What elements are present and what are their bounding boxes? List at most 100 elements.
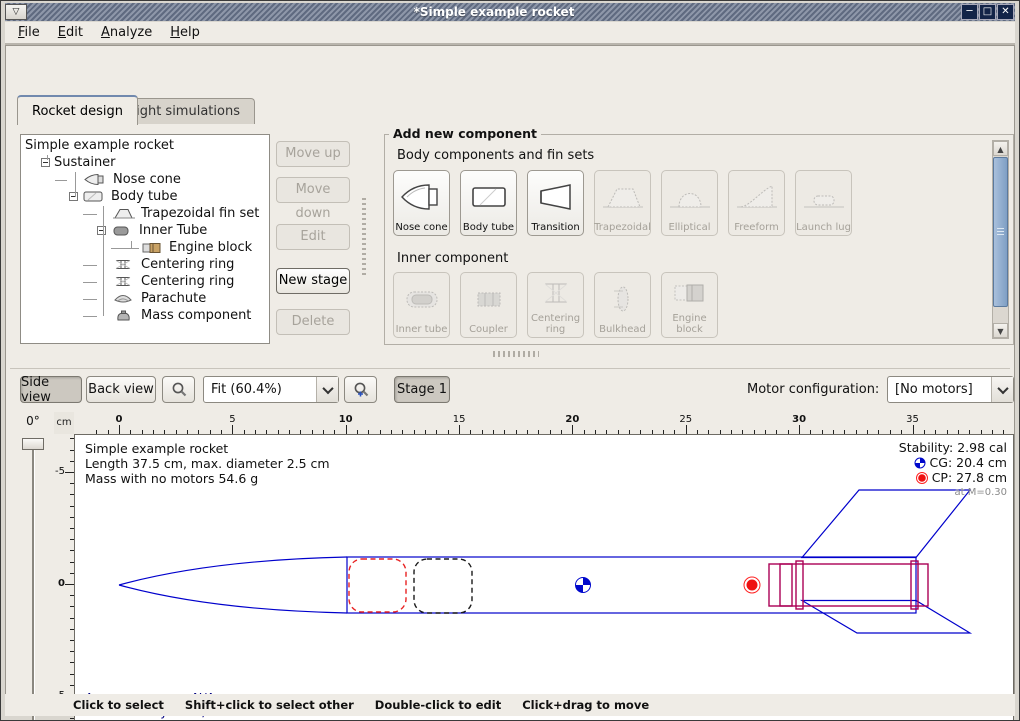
back-view-button[interactable]: Back view	[86, 376, 156, 403]
nose-cone-outline	[119, 557, 347, 585]
expander-icon[interactable]	[69, 192, 78, 201]
engine-block-outline	[780, 564, 792, 606]
horizontal-ruler: 05101520253035	[74, 412, 1014, 434]
zoom-in-button[interactable]	[344, 376, 377, 403]
c-launchlug-icon	[796, 171, 851, 222]
status-hint: Click+drag to move	[522, 698, 649, 712]
rocket-design-canvas[interactable]: Simple example rocket Length 37.5 cm, ma…	[74, 434, 1014, 721]
main-content: Rocket design Flight simulations Simple …	[5, 45, 1015, 716]
status-hint: Double-click to edit	[375, 698, 501, 712]
centering-ring-outline	[911, 561, 918, 609]
tree-item-parachute[interactable]: Parachute	[21, 290, 269, 307]
c-transition-icon	[528, 171, 583, 222]
c-elliptical-icon	[662, 171, 717, 222]
c-freeform-icon	[729, 171, 784, 222]
zoom-level-combobox[interactable]: Fit (60.4%)	[203, 376, 339, 403]
component-scrollbar[interactable]: ▲ ▼	[992, 140, 1009, 339]
c-bulkhead-icon	[595, 273, 650, 324]
expander-icon[interactable]	[41, 158, 50, 167]
cg-value: CG: 20.4 cm	[930, 455, 1007, 470]
motor-configuration-combobox[interactable]: [No motors]	[887, 376, 1014, 403]
tree-item-engine-block[interactable]: Engine block	[21, 239, 269, 256]
scroll-up-icon[interactable]: ▲	[993, 141, 1008, 156]
vertical-splitter-handle[interactable]	[362, 198, 366, 278]
zoom-level-value: Fit (60.4%)	[204, 382, 316, 397]
add-bulkhead-button[interactable]: Bulkhead	[594, 272, 651, 338]
move-up-button[interactable]: Move up	[276, 141, 350, 167]
minimize-button[interactable]: ─	[961, 4, 978, 20]
tree-item-sustainer[interactable]: Sustainer	[21, 154, 269, 171]
menu-edit[interactable]: Edit	[51, 23, 90, 42]
stability-value: Stability: 2.98 cal	[899, 440, 1007, 455]
vertical-ruler: -505	[54, 434, 74, 721]
title-bar[interactable]: ▽ *Simple example rocket ─ □ ✕	[5, 3, 1015, 21]
tree-item-trapezoidal-fin-set[interactable]: Trapezoidal fin set	[21, 205, 269, 222]
stage-1-toggle[interactable]: Stage 1	[394, 376, 450, 403]
rotation-slider[interactable]	[32, 446, 35, 721]
add-coupler-button[interactable]: Coupler	[460, 272, 517, 338]
fin-top	[802, 490, 970, 558]
mach-label: at M=0.30	[899, 485, 1007, 500]
add-transition-button[interactable]: Transition	[527, 170, 584, 236]
body-tube-outline	[347, 557, 916, 613]
close-button[interactable]: ✕	[997, 4, 1014, 20]
c-engineblock-icon	[662, 273, 717, 313]
chevron-down-icon[interactable]	[316, 377, 338, 402]
tab-bar: Rocket design Flight simulations	[10, 93, 1010, 124]
add-inner-tube-button[interactable]: Inner tube	[393, 272, 450, 338]
scrollbar-thumb[interactable]	[993, 157, 1008, 307]
tree-item-body-tube[interactable]: Body tube	[21, 188, 269, 205]
tab-rocket-design[interactable]: Rocket design	[17, 95, 138, 125]
c-centeringring-icon	[528, 273, 583, 313]
finset-icon	[112, 207, 136, 220]
inner-tube-outline	[769, 564, 928, 606]
add-trapezoidal-button[interactable]: Trapezoidal	[594, 170, 651, 236]
add-component-title: Add new component	[389, 126, 541, 141]
maximize-button[interactable]: □	[979, 4, 996, 20]
status-hint: Click to select	[73, 698, 164, 712]
c-bodytube-icon	[461, 171, 516, 222]
view-toolbar: Side view Back view Fit (60.4%) Stage	[10, 368, 1010, 408]
tree-root-item[interactable]: Simple example rocket	[21, 137, 269, 154]
tree-item-centering-ring[interactable]: Centering ring	[21, 273, 269, 290]
innertube-icon	[110, 224, 134, 237]
status-hint-bar: Click to selectShift+click to select oth…	[5, 694, 1015, 716]
chevron-down-icon[interactable]	[991, 377, 1013, 402]
menu-help[interactable]: Help	[163, 23, 207, 42]
c-coupler-icon	[461, 273, 516, 324]
add-freeform-button[interactable]: Freeform	[728, 170, 785, 236]
rotation-angle-label: 0°	[18, 414, 48, 428]
mass-component-outline	[414, 559, 472, 613]
add-nose-cone-button[interactable]: Nose cone	[393, 170, 450, 236]
new-stage-button[interactable]: New stage	[276, 268, 350, 294]
edit-button[interactable]: Edit	[276, 224, 350, 250]
magnifier-plus-icon	[352, 381, 370, 399]
motor-configuration-value: [No motors]	[888, 382, 991, 397]
c-innertube-icon	[394, 273, 449, 324]
window-menu-icon[interactable]: ▽	[5, 4, 27, 20]
horizontal-splitter-handle[interactable]	[493, 351, 539, 357]
rotation-slider-thumb[interactable]	[22, 438, 44, 450]
move-down-button[interactable]: Move down	[276, 177, 350, 203]
tree-item-inner-tube[interactable]: Inner Tube	[21, 222, 269, 239]
add-body-tube-button[interactable]: Body tube	[460, 170, 517, 236]
add-launch-lug-button[interactable]: Launch lug	[795, 170, 852, 236]
expander-icon[interactable]	[97, 226, 106, 235]
tree-item-mass-component[interactable]: Mass component	[21, 307, 269, 324]
add-centering-ring-button[interactable]: Centering ring	[527, 272, 584, 338]
delete-button[interactable]: Delete	[276, 309, 350, 335]
menu-analyze[interactable]: Analyze	[94, 23, 159, 42]
zoom-out-button[interactable]	[162, 376, 195, 403]
nose-cone-outline	[119, 585, 347, 613]
tree-item-centering-ring[interactable]: Centering ring	[21, 256, 269, 273]
cp-icon	[916, 472, 928, 484]
side-view-button[interactable]: Side view	[20, 376, 82, 403]
component-tree[interactable]: Simple example rocketSustainerNose coneB…	[20, 134, 270, 344]
add-engine-block-button[interactable]: Engine block	[661, 272, 718, 338]
scroll-down-icon[interactable]: ▼	[993, 323, 1008, 338]
body-components-label: Body components and fin sets	[397, 148, 594, 163]
add-elliptical-button[interactable]: Elliptical	[661, 170, 718, 236]
centering-ring-outline	[796, 561, 803, 609]
add-component-group: Add new component Body components and fi…	[384, 134, 1014, 345]
menu-file[interactable]: File	[11, 23, 47, 42]
